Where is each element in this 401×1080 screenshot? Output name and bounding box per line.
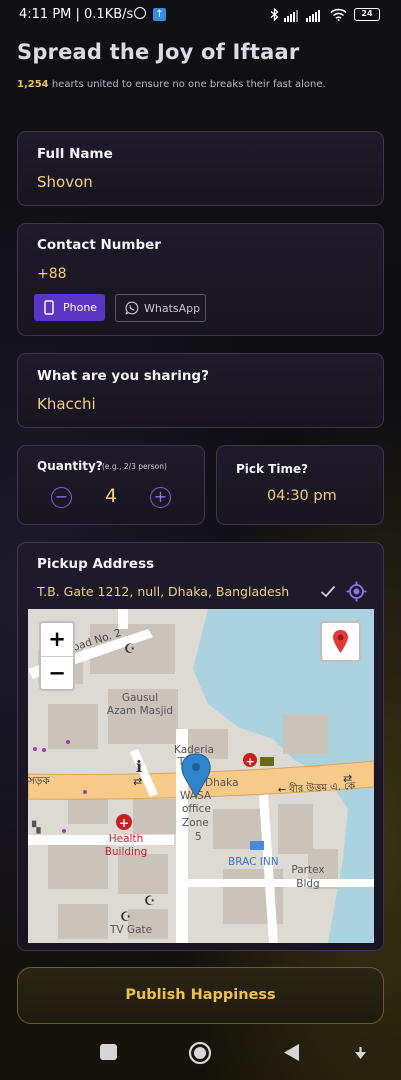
phone-label: Phone xyxy=(63,301,98,314)
pickup-address-value[interactable]: T.B. Gate 1212, null, Dhaka, Bangladesh xyxy=(37,584,289,599)
upload-icon: ↑ xyxy=(153,8,166,21)
sharing-card[interactable]: What are you sharing? Khacchi xyxy=(17,353,384,428)
zoom-control: + − xyxy=(39,621,75,691)
pick-time-card[interactable]: Pick Time? 04:30 pm xyxy=(216,445,384,525)
status-time: 4:11 PM | 0.1KB/s xyxy=(19,7,134,22)
menu-down-icon[interactable] xyxy=(354,1046,367,1060)
pickup-address-label: Pickup Address xyxy=(37,556,155,572)
map-pin-button[interactable] xyxy=(320,621,361,662)
sharing-input[interactable]: Khacchi xyxy=(37,395,96,413)
pick-time-value[interactable]: 04:30 pm xyxy=(267,488,337,504)
map-label-health-2: Building xyxy=(105,846,148,858)
map-label-zone-no: 5 xyxy=(195,831,202,843)
status-icons: 24 xyxy=(270,8,382,22)
page-title: Spread the Joy of Iftaar xyxy=(17,40,300,64)
svg-text:i: i xyxy=(136,757,142,776)
phone-icon xyxy=(44,300,54,315)
map-label-mosque-1: Gausul xyxy=(122,692,158,704)
map-label-dhaka: Dhaka xyxy=(205,777,239,789)
pickup-address-card: Pickup Address T.B. Gate 1212, null, Dha… xyxy=(17,542,384,951)
contact-label: Contact Number xyxy=(37,237,161,253)
map-pin-icon xyxy=(333,630,348,653)
quantity-label: Quantity? xyxy=(37,459,103,473)
home-icon[interactable] xyxy=(188,1041,212,1065)
battery-icon: 24 xyxy=(354,8,380,21)
subtitle: 1,254 hearts united to ensure no one bre… xyxy=(17,79,326,90)
subtitle-text: hearts united to ensure no one breaks th… xyxy=(51,79,326,90)
zoom-in-button[interactable]: + xyxy=(41,623,73,657)
map-label-brac: BRAC INN xyxy=(228,856,279,868)
bluetooth-icon xyxy=(270,8,279,21)
map-label-mosque-2: Azam Masjid xyxy=(107,705,173,717)
map-label-road-bn-left: সড়ক xyxy=(28,775,50,787)
locate-icon[interactable] xyxy=(346,581,367,602)
svg-text:⇄: ⇄ xyxy=(133,775,142,788)
navigation-bar xyxy=(0,1030,401,1080)
map-label-partex-1: Partex xyxy=(291,864,324,876)
minus-icon: − xyxy=(54,487,69,506)
map-label-office: office xyxy=(182,803,211,815)
signal-icon xyxy=(306,10,320,22)
whatsapp-icon xyxy=(125,301,139,315)
svg-text:▚: ▚ xyxy=(31,820,41,834)
map[interactable]: ☪ i + + ☪ ☪ ▚ ⇄ ⇄ oad No. 2 Kaderia Towe… xyxy=(28,609,374,943)
signal-icon xyxy=(284,10,298,22)
increase-button[interactable]: + xyxy=(150,487,171,508)
svg-text:+: + xyxy=(246,755,255,768)
contact-input[interactable]: +88 xyxy=(37,266,67,282)
hearts-count: 1,254 xyxy=(17,79,49,90)
whatsapp-label: WhatsApp xyxy=(144,302,201,315)
map-label-partex-2: Bldg xyxy=(296,878,319,890)
whatsapp-button[interactable]: WhatsApp xyxy=(115,294,206,322)
map-label-health-1: Health xyxy=(109,833,143,845)
sharing-label: What are you sharing? xyxy=(37,368,209,384)
quantity-card: Quantity? (e.g., 2/3 person) − 4 + xyxy=(17,445,205,525)
phone-button[interactable]: Phone xyxy=(34,294,105,321)
pick-time-label: Pick Time? xyxy=(236,462,309,476)
alarm-icon xyxy=(134,7,146,19)
back-icon[interactable] xyxy=(283,1043,300,1062)
zoom-out-button[interactable]: − xyxy=(41,657,73,690)
quantity-hint: (e.g., 2/3 person) xyxy=(102,462,167,471)
decrease-button[interactable]: − xyxy=(51,487,72,508)
check-icon[interactable] xyxy=(320,585,336,598)
full-name-card[interactable]: Full Name Shovon xyxy=(17,131,384,206)
status-bar: 4:11 PM | 0.1KB/s ↑ 24 xyxy=(0,0,401,32)
svg-text:+: + xyxy=(119,816,129,830)
svg-text:☪: ☪ xyxy=(124,642,136,657)
svg-text:☪: ☪ xyxy=(144,894,156,909)
publish-button[interactable]: Publish Happiness xyxy=(17,967,384,1024)
map-label-zone: Zone xyxy=(182,817,209,829)
wifi-icon xyxy=(330,8,347,21)
full-name-label: Full Name xyxy=(37,146,113,162)
svg-text:☪: ☪ xyxy=(120,910,132,925)
full-name-input[interactable]: Shovon xyxy=(37,173,93,191)
quantity-value: 4 xyxy=(105,485,118,507)
plus-icon: + xyxy=(153,487,168,506)
contact-card: Contact Number +88 Phone WhatsApp xyxy=(17,223,384,336)
map-label-tvgate: TV Gate xyxy=(109,924,152,936)
recent-apps-icon[interactable] xyxy=(100,1044,117,1060)
